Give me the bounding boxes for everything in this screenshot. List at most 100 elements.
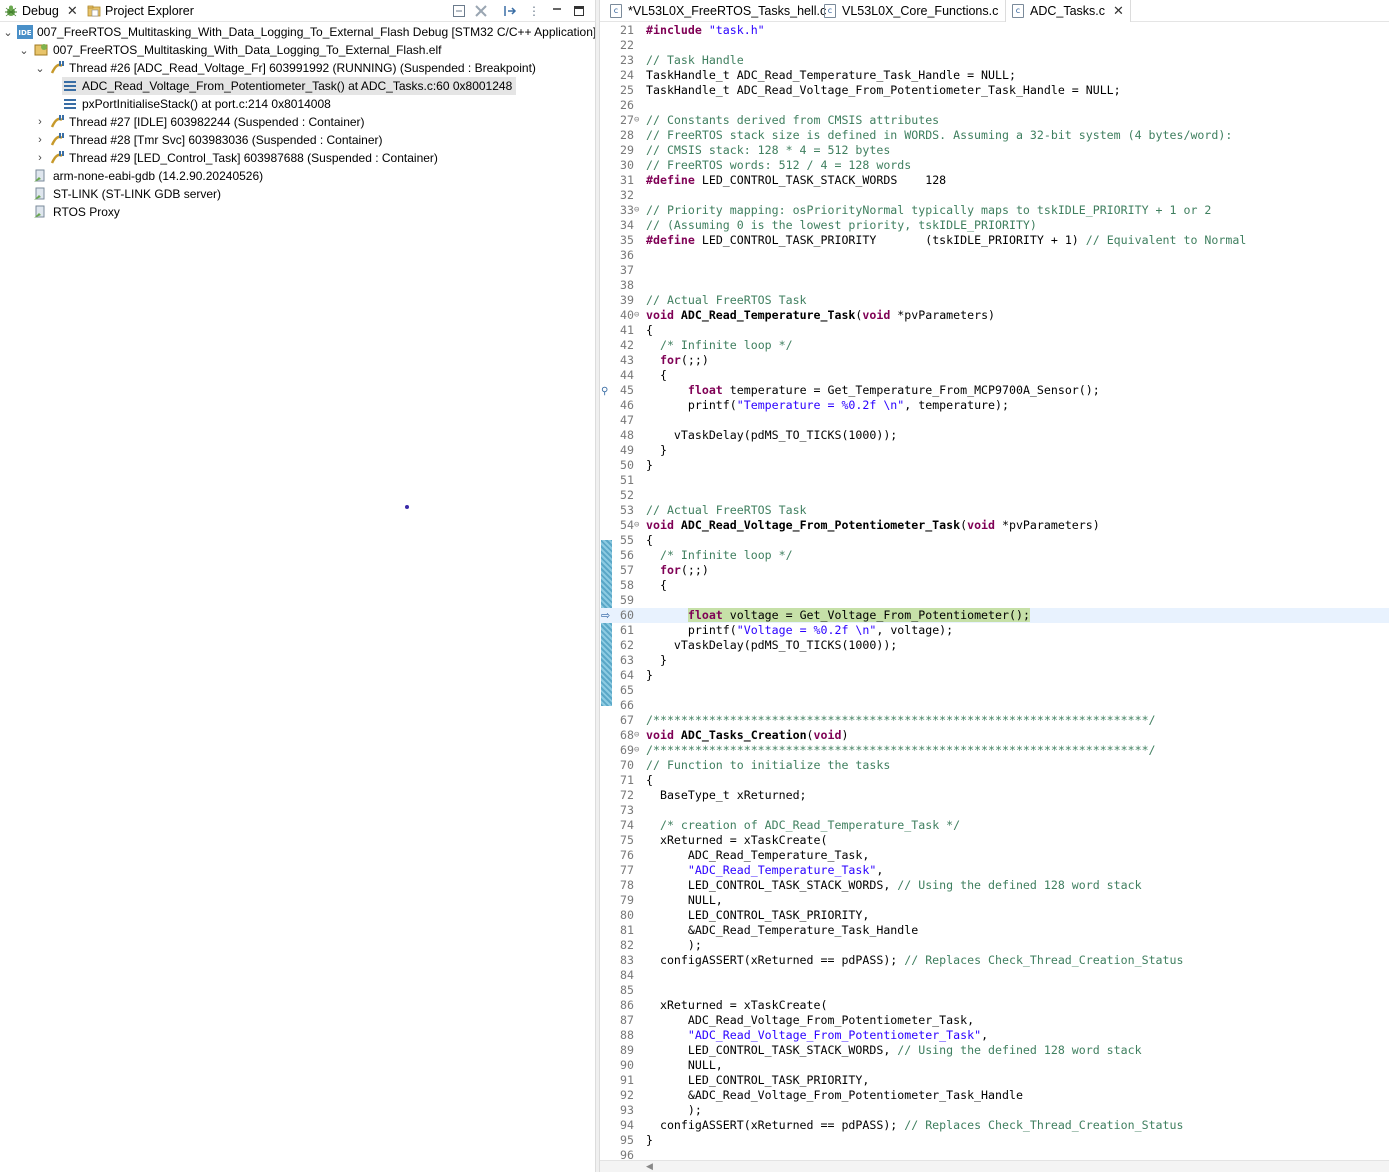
code-line[interactable]: 75 xReturned = xTaskCreate( [600, 833, 1389, 848]
code-line[interactable]: 59 [600, 593, 1389, 608]
tab-debug[interactable]: Debug ✕ [4, 0, 78, 22]
maximize-icon[interactable] [571, 3, 587, 19]
code-line[interactable]: 44 { [600, 368, 1389, 383]
code-area[interactable]: 21 #include "task.h" 22 23 // Task Handle 24 T… [600, 22, 1389, 1160]
code-line[interactable]: 95} [600, 1133, 1389, 1148]
fold-toggle-icon[interactable]: ⊖ [634, 308, 644, 323]
code-line[interactable]: 42 /* Infinite loop */ [600, 338, 1389, 353]
fold-toggle-icon[interactable]: ⊖ [634, 743, 644, 758]
close-icon[interactable]: ✕ [1113, 3, 1124, 19]
editor-tab-0[interactable]: c *VL53L0X_FreeRTOS_Tasks_hell.c [604, 0, 832, 22]
chevron-down-icon[interactable]: ⌄ [18, 44, 30, 57]
chevron-right-icon[interactable]: › [34, 134, 46, 146]
code-line[interactable]: 85 [600, 983, 1389, 998]
editor-tab-2[interactable]: c ADC_Tasks.c ✕ [1005, 0, 1131, 22]
code-line[interactable]: 28 // FreeRTOS stack size is defined in W… [600, 128, 1389, 143]
code-line[interactable]: 84 [600, 968, 1389, 983]
code-line[interactable]: 69 ⊖/************************************… [600, 743, 1389, 758]
code-line[interactable]: 33 ⊖// Priority mapping: osPriorityNormal… [600, 203, 1389, 218]
gdb-process-item[interactable]: arm-none-eabi-gdb (14.2.90.20240526) [33, 167, 263, 185]
horizontal-scrollbar[interactable]: ◀ [600, 1160, 1389, 1172]
code-line[interactable]: 54 ⊖ void ADC_Read_Voltage_From_Potentiome… [600, 518, 1389, 533]
code-line[interactable]: 65 [600, 683, 1389, 698]
code-line[interactable]: 87 ADC_Read_Voltage_From_Potentiometer_T… [600, 1013, 1389, 1028]
code-line[interactable]: 64} [600, 668, 1389, 683]
code-line[interactable]: 70 // Function to initialize the tasks [600, 758, 1389, 773]
code-line[interactable]: 80 LED_CONTROL_TASK_PRIORITY, [600, 908, 1389, 923]
code-line[interactable]: 56 /* Infinite loop */ [600, 548, 1389, 563]
code-line[interactable]: 76 ADC_Read_Temperature_Task, [600, 848, 1389, 863]
code-line[interactable]: 40 ⊖ void ADC_Read_Temperature_Task(void *… [600, 308, 1389, 323]
stack-frame-0-item[interactable]: ADC_Read_Voltage_From_Potentiometer_Task… [62, 77, 517, 95]
code-line[interactable]: 34 // (Assuming 0 is the lowest priority,… [600, 218, 1389, 233]
code-line[interactable]: 46 printf("Temperature = %0.2f \n", temp… [600, 398, 1389, 413]
code-line[interactable]: 50} [600, 458, 1389, 473]
code-line[interactable]: 82 ); [600, 938, 1389, 953]
code-line[interactable]: 47 [600, 413, 1389, 428]
code-line[interactable]: 41 { [600, 323, 1389, 338]
code-line[interactable]: 51 [600, 473, 1389, 488]
chevron-right-icon[interactable]: › [34, 116, 46, 128]
code-line[interactable]: 91 LED_CONTROL_TASK_PRIORITY, [600, 1073, 1389, 1088]
code-line[interactable]: 96 [600, 1148, 1389, 1160]
code-line[interactable]: 57 for(;;) [600, 563, 1389, 578]
code-line[interactable]: 62 vTaskDelay(pdMS_TO_TICKS(1000)); [600, 638, 1389, 653]
launch-config-item[interactable]: ⌄ IDE 007_FreeRTOS_Multitasking_With_Dat… [2, 23, 596, 41]
code-line[interactable]: 63 } [600, 653, 1389, 668]
code-line[interactable]: 36 [600, 248, 1389, 263]
code-line[interactable]: 86 xReturned = xTaskCreate( [600, 998, 1389, 1013]
thread-27-item[interactable]: › Thread #27 [IDLE] 603982244 (Suspended… [34, 113, 365, 131]
fold-toggle-icon[interactable]: ⊖ [634, 203, 644, 218]
code-line[interactable]: 83 configASSERT(xReturned == pdPASS); //… [600, 953, 1389, 968]
code-line[interactable]: 74 /* creation of ADC_Read_Temperature_T… [600, 818, 1389, 833]
code-line[interactable]: 72 BaseType_t xReturned; [600, 788, 1389, 803]
code-line[interactable]: 35 #define LED_CONTROL_TASK_PRIORITY (tsk… [600, 233, 1389, 248]
chevron-down-icon[interactable]: ⌄ [34, 62, 46, 75]
fold-toggle-icon[interactable]: ⊖ [634, 728, 644, 743]
remove-terminated-icon[interactable] [473, 3, 489, 19]
minimize-icon[interactable] [549, 3, 565, 19]
thread-28-item[interactable]: › Thread #28 [Tmr Svc] 603983036 (Suspen… [34, 131, 383, 149]
close-icon[interactable]: ✕ [67, 3, 78, 19]
code-line[interactable]: 48 vTaskDelay(pdMS_TO_TICKS(1000)); [600, 428, 1389, 443]
code-line[interactable]: 43 for(;;) [600, 353, 1389, 368]
code-line[interactable]: 94 configASSERT(xReturned == pdPASS); //… [600, 1118, 1389, 1133]
editor-tab-1[interactable]: c VL53L0X_Core_Functions.c [818, 0, 1004, 22]
code-line[interactable]: 39 // Actual FreeRTOS Task [600, 293, 1389, 308]
code-line[interactable]: 61 printf("Voltage = %0.2f \n", voltage)… [600, 623, 1389, 638]
code-line[interactable]: 29 // CMSIS stack: 128 * 4 = 512 bytes [600, 143, 1389, 158]
code-line[interactable]: 77 "ADC_Read_Temperature_Task", [600, 863, 1389, 878]
code-line[interactable]: 27 ⊖// Constants derived from CMSIS attri… [600, 113, 1389, 128]
code-line[interactable]: 30 // FreeRTOS words: 512 / 4 = 128 words [600, 158, 1389, 173]
stlink-process-item[interactable]: ST-LINK (ST-LINK GDB server) [33, 185, 221, 203]
stack-frame-1-item[interactable]: pxPortInitialiseStack() at port.c:214 0x… [62, 95, 331, 113]
code-line[interactable]: 81 &ADC_Read_Temperature_Task_Handle [600, 923, 1389, 938]
code-line[interactable]: 90 NULL, [600, 1058, 1389, 1073]
code-line[interactable]: 26 [600, 98, 1389, 113]
code-line[interactable]: 58 { [600, 578, 1389, 593]
thread-26-item[interactable]: ⌄ Thread #26 [ADC_Read_Voltage_Fr] 60399… [34, 59, 536, 77]
code-line[interactable]: 89 LED_CONTROL_TASK_STACK_WORDS, // Usin… [600, 1043, 1389, 1058]
code-line[interactable]: 68 ⊖ void ADC_Tasks_Creation(void) [600, 728, 1389, 743]
code-line[interactable]: 60 float voltage = Get_Voltage_From_Pote… [600, 608, 1389, 623]
code-line[interactable]: 38 [600, 278, 1389, 293]
thread-29-item[interactable]: › Thread #29 [LED_Control_Task] 60398768… [34, 149, 438, 167]
code-line[interactable]: 73 [600, 803, 1389, 818]
code-line[interactable]: 37 [600, 263, 1389, 278]
code-line[interactable]: 79 NULL, [600, 893, 1389, 908]
chevron-down-icon[interactable]: ⌄ [2, 26, 14, 39]
chevron-right-icon[interactable]: › [34, 152, 46, 164]
code-line[interactable]: 49 } [600, 443, 1389, 458]
code-line[interactable]: 78 LED_CONTROL_TASK_STACK_WORDS, // Usin… [600, 878, 1389, 893]
fold-toggle-icon[interactable]: ⊖ [634, 113, 644, 128]
code-line[interactable]: 55 { [600, 533, 1389, 548]
code-line[interactable]: 53 // Actual FreeRTOS Task [600, 503, 1389, 518]
tab-project-explorer[interactable]: Project Explorer [87, 0, 194, 22]
code-line[interactable]: 24 TaskHandle_t ADC_Read_Temperature_Task… [600, 68, 1389, 83]
scroll-left-icon[interactable]: ◀ [646, 1161, 653, 1172]
breakpoint-icon[interactable]: ⚲ [601, 386, 608, 397]
code-line[interactable]: 21 #include "task.h" [600, 23, 1389, 38]
view-menu-icon[interactable]: ⋮ [526, 3, 542, 19]
code-line[interactable]: 71 { [600, 773, 1389, 788]
code-line[interactable]: 25 TaskHandle_t ADC_Read_Voltage_From_Pot… [600, 83, 1389, 98]
